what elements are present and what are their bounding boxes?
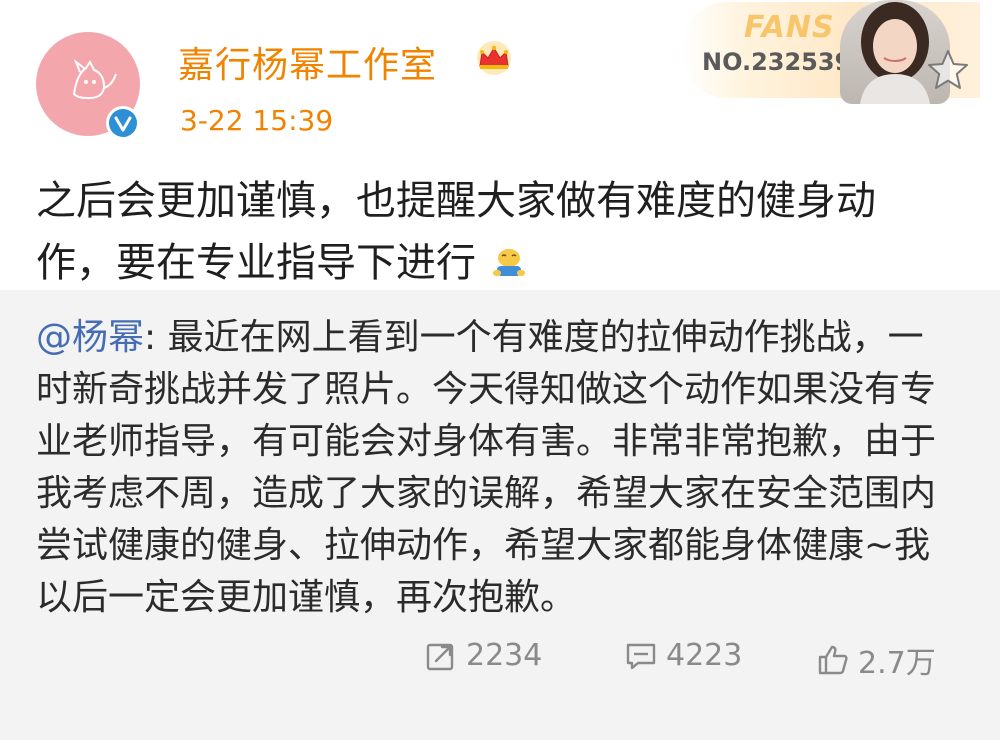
like-button[interactable]: 2.7万 xyxy=(816,638,936,682)
weibo-post: 嘉行杨幂工作室 3-22 15:39 FANS NO.232539 之后会更加谨… xyxy=(0,0,1000,740)
repost-button[interactable]: 2234 xyxy=(424,638,542,673)
star-icon[interactable] xyxy=(924,46,972,94)
reposted-content[interactable]: @杨幂: 最近在网上看到一个有难度的拉伸动作挑战，一时新奇挑战并发了照片。今天得… xyxy=(0,290,1000,740)
comment-button[interactable]: 4223 xyxy=(624,638,742,673)
comment-count: 4223 xyxy=(666,638,743,673)
post-text: 之后会更加谨慎，也提醒大家做有难度的健身动作，要在专业指导下进行 xyxy=(36,178,876,286)
bow-emoji-icon xyxy=(492,249,525,276)
post-content: 之后会更加谨慎，也提醒大家做有难度的健身动作，要在专业指导下进行 xyxy=(36,170,916,294)
verified-icon xyxy=(109,109,137,137)
comment-icon xyxy=(626,643,656,669)
like-count: 2.7万 xyxy=(858,646,936,681)
mention-link[interactable]: @杨幂 xyxy=(36,317,144,358)
repost-text: : 最近在网上看到一个有难度的拉伸动作挑战，一时新奇挑战并发了照片。今天得知做这… xyxy=(36,317,937,618)
fans-card[interactable]: FANS NO.232539 xyxy=(680,0,1000,110)
thumbs-up-icon xyxy=(818,645,848,675)
post-timestamp: 3-22 15:39 xyxy=(180,104,334,137)
crown-icon[interactable] xyxy=(472,40,516,76)
repost-icon xyxy=(426,643,454,670)
fans-number: NO.232539 xyxy=(702,48,852,76)
username[interactable]: 嘉行杨幂工作室 xyxy=(178,36,437,88)
repost-count: 2234 xyxy=(466,638,543,673)
repost-text-block: @杨幂: 最近在网上看到一个有难度的拉伸动作挑战，一时新奇挑战并发了照片。今天得… xyxy=(36,312,956,624)
action-bar: 2234 4223 2.7万 xyxy=(0,638,1000,688)
verified-badge xyxy=(106,106,140,140)
fans-label: FANS xyxy=(744,10,835,45)
